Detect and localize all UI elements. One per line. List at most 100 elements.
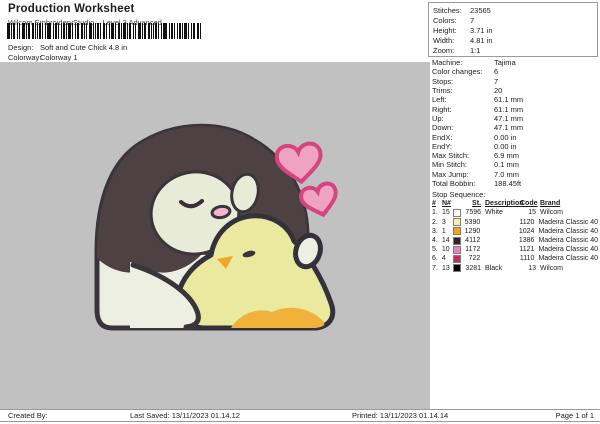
summary-value: 7 bbox=[470, 15, 475, 25]
machine-info-label: Right: bbox=[432, 104, 452, 114]
colorway-label: Colorway: bbox=[8, 53, 42, 62]
machine-info-value: 20 bbox=[494, 86, 503, 96]
machine-info-label: Down: bbox=[432, 123, 454, 133]
thread-stitches: 4112 bbox=[465, 237, 481, 244]
thread-number: 14 bbox=[441, 237, 450, 244]
stop-sequence-row: 4. 14 4112 1386 Madeira Classic 40 bbox=[432, 236, 598, 245]
summary-row: Width: 4.81 in bbox=[433, 36, 597, 46]
thread-color-swatch bbox=[452, 227, 461, 236]
row-num: 4. bbox=[432, 237, 438, 244]
machine-info-value: 188.45ft bbox=[494, 179, 522, 188]
machine-info-row: Max Stitch: 6.9 mm bbox=[432, 151, 598, 160]
stop-sequence-title: Stop Sequence: bbox=[432, 190, 486, 200]
summary-row: Zoom: 1:1 bbox=[433, 46, 597, 56]
page-title: Production Worksheet bbox=[8, 3, 135, 15]
row-num: 7. bbox=[432, 264, 438, 272]
thread-stitches: 722 bbox=[468, 255, 481, 263]
thread-number: 3 bbox=[441, 218, 446, 226]
embroidery-preview bbox=[94, 123, 430, 331]
summary-row: Colors: 7 bbox=[433, 15, 597, 25]
machine-info-label: Up: bbox=[432, 113, 444, 123]
summary-label: Width: bbox=[433, 36, 455, 46]
footer-divider-top bbox=[0, 409, 600, 410]
stop-sequence-row: 7. 13 3281 Black 13 Wilcom bbox=[432, 263, 598, 273]
thread-color-swatch bbox=[452, 254, 461, 263]
machine-info-label: EndX: bbox=[432, 132, 453, 142]
thread-description: White bbox=[485, 209, 503, 217]
machine-info-value: 7.0 mm bbox=[494, 169, 520, 179]
summary-label: Zoom: bbox=[433, 46, 455, 56]
created-by-label: Created By: bbox=[8, 411, 48, 420]
machine-info-row: Trims: 20 bbox=[432, 86, 598, 95]
machine-info-row: Left: 61.1 mm bbox=[432, 95, 598, 104]
machine-info-label: EndY: bbox=[432, 141, 453, 151]
thread-color-swatch bbox=[453, 264, 461, 273]
machine-info-row: EndY: 0.00 in bbox=[432, 142, 598, 151]
stop-sequence-row: 1. 15 7596 White 15 Wilcom bbox=[432, 208, 598, 217]
row-num: 5. bbox=[432, 246, 438, 254]
thread-color-swatch bbox=[452, 236, 461, 245]
machine-info-row: Max Jump: 7.0 mm bbox=[432, 170, 598, 179]
summary-value: 3.71 in bbox=[470, 25, 493, 35]
machine-info-value: 0.1 mm bbox=[494, 160, 520, 170]
machine-info-value: 0.00 in bbox=[494, 132, 517, 142]
colorway-row: Colorway: Colorway 1 bbox=[8, 53, 78, 62]
machine-info-row: Down: 47.1 mm bbox=[432, 123, 598, 132]
summary-value: 1:1 bbox=[470, 46, 481, 56]
stop-sequence-header: # N# St. Description Code Brand bbox=[432, 199, 598, 208]
machine-info-row: EndX: 0.00 in bbox=[432, 132, 598, 142]
machine-info-label: Color changes: bbox=[432, 67, 483, 77]
machine-info-row: Total Bobbin: 188.45ft bbox=[432, 179, 598, 188]
machine-info-value: 6 bbox=[494, 67, 499, 77]
stop-sequence-row: 2. 3 5390 1120 Madeira Classic 40 bbox=[432, 218, 598, 227]
design-row: Design: Soft and Cute Chick 4.8 in bbox=[8, 43, 127, 52]
machine-info-value: 47.1 mm bbox=[494, 123, 524, 133]
thread-number: 10 bbox=[441, 246, 450, 254]
thread-number: 4 bbox=[441, 255, 446, 263]
thread-brand: Madeira Classic 40 bbox=[538, 227, 598, 235]
col-description: Description bbox=[485, 200, 524, 208]
thread-code: 1120 bbox=[519, 218, 535, 226]
machine-info-row: Color changes: 6 bbox=[432, 67, 598, 76]
summary-label: Height: bbox=[433, 25, 457, 35]
stop-sequence-table: # N# St. Description Code Brand 1. 15 75… bbox=[432, 199, 598, 273]
machine-info-row: Machine: Tajima bbox=[432, 58, 598, 67]
machine-info-list: Machine: Tajima Color changes: 6 Stops: … bbox=[432, 58, 598, 188]
summary-stats-box: Stitches: 23565 Colors: 7 Height: 3.71 i… bbox=[428, 2, 598, 57]
summary-label: Stitches: bbox=[433, 5, 462, 15]
thread-number: 15 bbox=[442, 209, 450, 217]
machine-info-label: Max Stitch: bbox=[432, 151, 470, 161]
thread-stitches: 1290 bbox=[464, 227, 481, 235]
machine-info-value: 61.1 mm bbox=[494, 95, 524, 105]
col-brand: Brand bbox=[540, 200, 561, 208]
machine-info-value: Tajima bbox=[494, 58, 516, 68]
thread-code: 13 bbox=[528, 264, 536, 272]
machine-info-label: Trims: bbox=[432, 86, 453, 96]
barcode-icon bbox=[7, 23, 201, 39]
thread-code: 1024 bbox=[518, 227, 535, 235]
machine-info-label: Left: bbox=[432, 95, 447, 105]
summary-value: 23565 bbox=[470, 5, 491, 15]
machine-info-row: Up: 47.1 mm bbox=[432, 114, 598, 123]
thread-stitches: 1172 bbox=[465, 246, 481, 254]
thread-brand: Madeira Classic 40 bbox=[538, 246, 598, 254]
design-value: Soft and Cute Chick 4.8 in bbox=[40, 43, 128, 52]
thread-brand: Wilcom bbox=[540, 264, 563, 272]
thread-code: 15 bbox=[528, 209, 536, 217]
stop-sequence-row: 6. 4 722 1110 Madeira Classic 40 bbox=[432, 254, 598, 263]
footer: Created By: Last Saved: 13/11/2023 01.14… bbox=[0, 411, 600, 421]
row-num: 2. bbox=[432, 218, 438, 226]
stop-sequence-rows: 1. 15 7596 White 15 Wilcom 2. 3 5390 112… bbox=[432, 208, 598, 273]
machine-info-label: Min Stitch: bbox=[432, 160, 468, 170]
thread-code: 1110 bbox=[519, 255, 535, 263]
machine-info-value: 6.9 mm bbox=[494, 151, 520, 161]
design-canvas bbox=[0, 62, 430, 410]
footer-divider-bottom bbox=[0, 421, 600, 422]
stop-sequence-row: 3. 1 1290 1024 Madeira Classic 40 bbox=[432, 227, 598, 236]
machine-info-label: Machine: bbox=[432, 58, 463, 68]
summary-row: Height: 3.71 in bbox=[433, 25, 597, 35]
col-num: # bbox=[432, 200, 436, 208]
machine-info-value: 61.1 mm bbox=[494, 104, 524, 114]
page-number: Page 1 of 1 bbox=[555, 411, 594, 420]
summary-label: Colors: bbox=[433, 15, 457, 25]
